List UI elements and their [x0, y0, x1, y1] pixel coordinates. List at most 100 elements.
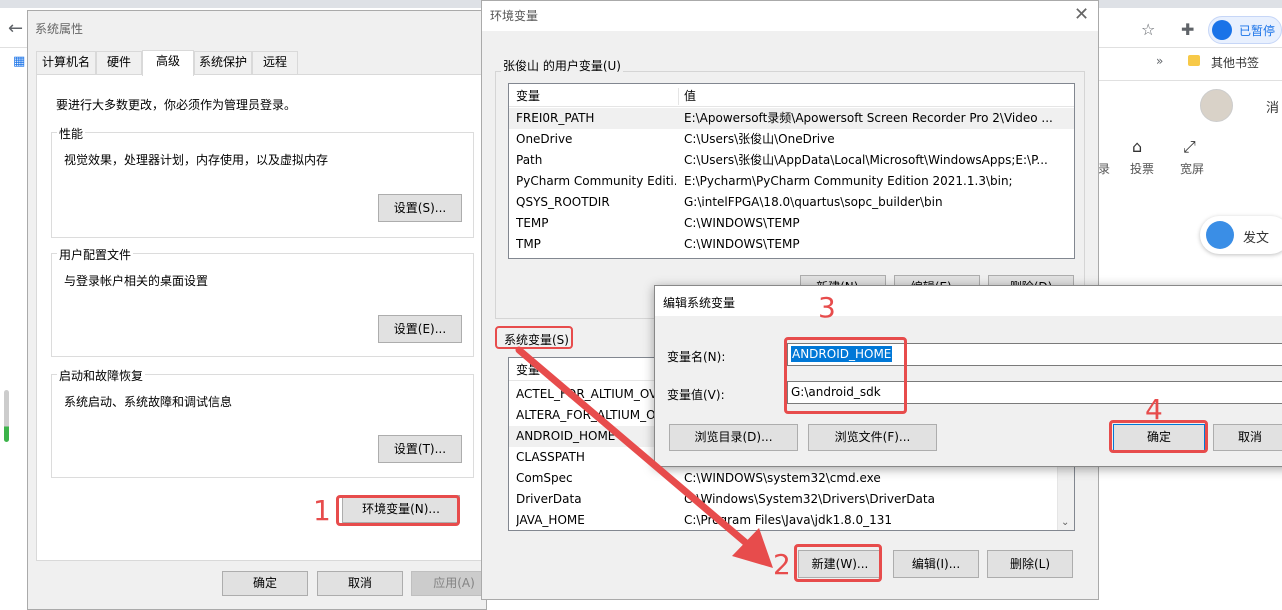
- variable-name-cell: ACTEL_FOR_ALTIUM_OV: [516, 387, 658, 401]
- tab-remote[interactable]: 远程: [252, 51, 298, 74]
- user-vars-label: 张俊山 的用户变量(U): [501, 57, 623, 74]
- variable-name-cell: DriverData: [516, 492, 582, 506]
- widescreen-icon[interactable]: ⤢: [1183, 137, 1196, 157]
- admin-note: 要进行大多数更改，你必须作为管理员登录。: [56, 98, 297, 112]
- variable-name-cell: Path: [516, 153, 543, 167]
- annotation-number-2: 2: [773, 548, 791, 581]
- annotation-box-environment-variables: [336, 495, 460, 526]
- sysprops-cancel-button[interactable]: 取消: [317, 571, 403, 596]
- column-divider: [678, 88, 679, 105]
- annotation-number-1: 1: [313, 494, 331, 527]
- variable-name-cell: ANDROID_HOME: [516, 429, 616, 443]
- variable-value-cell: C:\WINDOWS\TEMP: [684, 237, 800, 251]
- variable-name-cell: JAVA_HOME: [516, 513, 585, 527]
- annotation-number-3: 3: [818, 291, 836, 324]
- env-dialog-title: 环境变量: [490, 9, 539, 23]
- dialog-titlebar: [482, 1, 1098, 31]
- variable-value-cell: C:\WINDOWS\TEMP: [684, 216, 800, 230]
- back-arrow-icon[interactable]: ←: [8, 18, 23, 39]
- variable-name-cell: TMP: [516, 237, 541, 251]
- list-header: 变量 值: [509, 86, 1074, 107]
- variable-value-label: 变量值(V):: [667, 388, 725, 402]
- paused-profile-chip[interactable]: 已暂停: [1208, 16, 1282, 44]
- variable-value-cell: G:\intelFPGA\18.0\quartus\sopc_builder\b…: [684, 195, 943, 209]
- tab-advanced[interactable]: 高级: [142, 50, 194, 76]
- annotation-box-variable-fields: [784, 337, 907, 414]
- table-row[interactable]: Path C:\Users\张俊山\AppData\Local\Microsoft…: [509, 150, 1074, 171]
- variable-name-cell: ComSpec: [516, 471, 573, 485]
- table-row[interactable]: TMP C:\WINDOWS\TEMP: [509, 234, 1074, 255]
- variable-name-cell: QSYS_ROOTDIR: [516, 195, 610, 209]
- publish-fab[interactable]: 发文: [1200, 216, 1282, 254]
- apps-grid-icon[interactable]: ▦: [13, 54, 25, 69]
- browse-directory-button[interactable]: 浏览目录(D)...: [669, 424, 798, 451]
- table-row[interactable]: ComSpec C:\WINDOWS\system32\cmd.exe: [509, 468, 1074, 489]
- performance-label: 性能: [57, 125, 86, 142]
- vote-icon[interactable]: ⌂: [1132, 137, 1142, 156]
- variable-value-cell: C:\Users\张俊山\OneDrive: [684, 132, 835, 146]
- browse-file-button[interactable]: 浏览文件(F)...: [808, 424, 937, 451]
- variable-value-cell: E:\Apowersoft录频\Apowersoft Screen Record…: [684, 111, 1053, 125]
- table-row[interactable]: TEMP C:\WINDOWS\TEMP: [509, 213, 1074, 234]
- variable-value-cell: C:\Windows\System32\Drivers\DriverData: [684, 492, 935, 506]
- edit-dialog-titlebar: [655, 286, 1282, 316]
- sysprops-ok-button[interactable]: 确定: [222, 571, 308, 596]
- variable-name-cell: TEMP: [516, 216, 549, 230]
- tab-system-protection[interactable]: 系统保护: [194, 51, 252, 74]
- partial-left-label: 录: [1098, 162, 1111, 176]
- variable-name-label: 变量名(N):: [667, 350, 726, 364]
- table-row[interactable]: OneDrive C:\Users\张俊山\OneDrive: [509, 129, 1074, 150]
- scroll-indicator: [4, 390, 9, 442]
- tab-computer-name[interactable]: 计算机名: [36, 51, 96, 74]
- tab-hardware[interactable]: 硬件: [96, 51, 142, 74]
- user-avatar[interactable]: [1200, 89, 1233, 122]
- performance-group: [51, 132, 474, 238]
- variable-name-cell: CLASSPATH: [516, 450, 585, 464]
- variable-name-cell: OneDrive: [516, 132, 573, 146]
- annotation-number-4: 4: [1145, 393, 1163, 426]
- annotation-box-new-button: [794, 544, 882, 582]
- table-row[interactable]: FREI0R_PATH E:\Apowersoft录频\Apowersoft Sc…: [509, 108, 1074, 129]
- variable-value-cell: C:\Users\张俊山\AppData\Local\Microsoft\Win…: [684, 153, 1048, 167]
- publish-label: 发文: [1243, 231, 1270, 246]
- variable-name-cell: FREI0R_PATH: [516, 111, 595, 125]
- edit-dialog-title: 编辑系统变量: [663, 296, 736, 310]
- edit-cancel-button[interactable]: 取消: [1213, 424, 1282, 451]
- variable-value-cell: E:\Pycharm\PyCharm Community Edition 202…: [684, 174, 1013, 188]
- star-icon[interactable]: ☆: [1141, 20, 1155, 39]
- table-row[interactable]: DriverData C:\Windows\System32\Drivers\Dr…: [509, 489, 1074, 510]
- table-row[interactable]: QSYS_ROOTDIR G:\intelFPGA\18.0\quartus\so…: [509, 192, 1074, 213]
- table-row[interactable]: PyCharm Community Editi... E:\Pycharm\PyC…: [509, 171, 1074, 192]
- paused-label: 已暂停: [1239, 24, 1276, 38]
- startup-settings-button[interactable]: 设置(T)...: [378, 435, 462, 463]
- startup-recovery-desc: 系统启动、系统故障和调试信息: [64, 395, 233, 409]
- table-row[interactable]: JAVA_HOME C:\Program Files\Java\jdk1.8.0_…: [509, 510, 1074, 530]
- startup-recovery-label: 启动和故障恢复: [57, 367, 146, 384]
- variable-value-cell: C:\Program Files\Java\jdk1.8.0_131: [684, 513, 893, 527]
- dialog-title: 系统属性: [35, 22, 84, 36]
- annotation-box-system-variables: [495, 326, 573, 349]
- system-edit-button[interactable]: 编辑(I)...: [893, 550, 979, 578]
- variable-name-cell: ALTERA_FOR_ALTIUM_OV: [516, 408, 664, 422]
- bookmarks-overflow-icon[interactable]: »: [1156, 54, 1163, 68]
- profile-avatar-icon: [1212, 20, 1232, 40]
- user-vars-list[interactable]: 变量 值 FREI0R_PATH E:\Apowersoft录频\Apowerso…: [508, 83, 1075, 259]
- page-separator: [1098, 80, 1282, 81]
- performance-settings-button[interactable]: 设置(S)...: [378, 194, 462, 222]
- user-profile-desc: 与登录帐户相关的桌面设置: [64, 274, 209, 288]
- system-delete-button[interactable]: 删除(L): [987, 550, 1073, 578]
- variable-name-cell: PyCharm Community Editi...: [516, 174, 676, 188]
- other-bookmarks[interactable]: 其他书签: [1211, 54, 1259, 71]
- performance-desc: 视觉效果，处理器计划，内存使用，以及虚拟内存: [64, 153, 329, 167]
- vote-label[interactable]: 投票: [1130, 160, 1154, 177]
- variable-value-cell: C:\WINDOWS\system32\cmd.exe: [684, 471, 881, 485]
- publish-icon: [1206, 221, 1234, 249]
- folder-icon: [1188, 55, 1200, 66]
- extensions-icon[interactable]: ✚: [1181, 20, 1194, 39]
- advanced-tab-panel: 要进行大多数更改，你必须作为管理员登录。 性能 视觉效果，处理器计划，内存使用，…: [36, 74, 486, 561]
- widescreen-label[interactable]: 宽屏: [1180, 160, 1204, 177]
- user-profile-settings-button[interactable]: 设置(E)...: [378, 315, 462, 343]
- user-profile-label: 用户配置文件: [57, 246, 134, 263]
- close-icon[interactable]: ✕: [1074, 4, 1089, 25]
- message-partial[interactable]: 消: [1266, 97, 1279, 116]
